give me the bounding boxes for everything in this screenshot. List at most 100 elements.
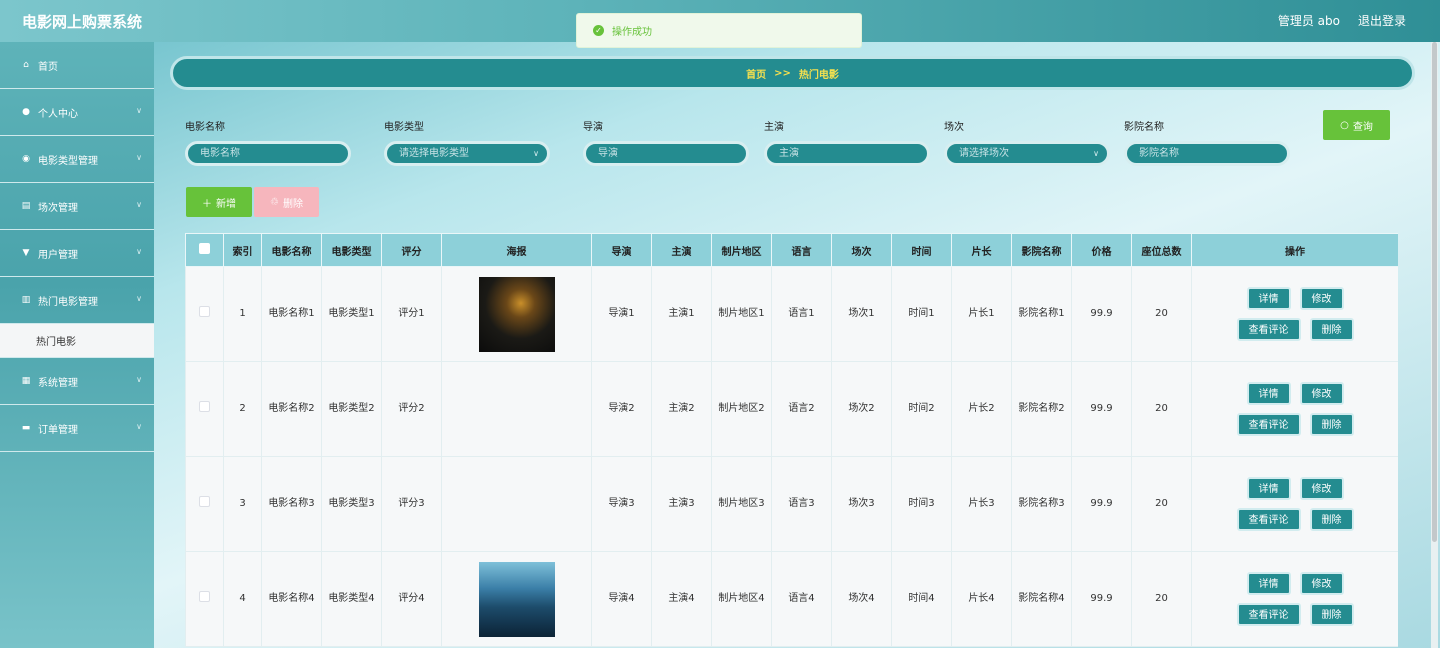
- table-cell: 20: [1131, 551, 1192, 647]
- chevron-down-icon: ∨: [136, 375, 142, 384]
- edit-button[interactable]: 修改: [1299, 287, 1344, 310]
- poster-cell: [441, 456, 592, 552]
- table-cell: 导演2: [591, 361, 652, 457]
- row-checkbox[interactable]: [199, 590, 210, 602]
- table-cell: [185, 456, 224, 552]
- table-cell: 电影类型3: [321, 456, 382, 552]
- edit-button[interactable]: 修改: [1299, 477, 1344, 500]
- search-input[interactable]: 电影名称: [185, 141, 351, 166]
- table-cell: 时间2: [891, 361, 952, 457]
- table-cell: 影院名称3: [1011, 456, 1072, 552]
- sidebar-item[interactable]: ⌂ 首页: [0, 42, 154, 89]
- query-button[interactable]: ○ 查询: [1323, 110, 1390, 140]
- table-cell: 评分3: [381, 456, 442, 552]
- chevron-down-icon: ∨: [533, 149, 539, 158]
- detail-button[interactable]: 详情: [1246, 287, 1291, 310]
- actions-cell: 详情 修改查看评论 删除: [1191, 266, 1398, 362]
- search-input[interactable]: 影院名称: [1124, 141, 1290, 166]
- search-select[interactable]: 请选择电影类型 ∨: [384, 141, 550, 166]
- table-row: 2 电影名称2 电影类型2 评分2 导演2 主演2 制片地区2 语言2 场次2 时间2 片长2 影院名…: [185, 361, 1398, 457]
- detail-button[interactable]: 详情: [1246, 477, 1291, 500]
- search-placeholder: 主演: [779, 148, 799, 159]
- table-cell: 场次3: [831, 456, 892, 552]
- table-cell: 时间4: [891, 551, 952, 647]
- table-cell: 影院名称4: [1011, 551, 1072, 647]
- logout-link[interactable]: 退出登录: [1358, 12, 1406, 29]
- sidebar-item-label: 电影类型管理: [38, 155, 98, 167]
- sidebar-item[interactable]: ▥ 热门电影管理 ∨: [0, 277, 154, 324]
- view-comments-button[interactable]: 查看评论: [1236, 508, 1301, 531]
- sidebar-subitem-hot-movies[interactable]: 热门电影: [0, 324, 154, 358]
- sidebar-item[interactable]: ▦ 系统管理 ∨: [0, 358, 154, 405]
- header-cell: 主演: [651, 233, 712, 267]
- order-icon: ▬: [21, 423, 31, 433]
- sidebar-item[interactable]: ▼ 用户管理 ∨: [0, 230, 154, 277]
- table-cell: 时间1: [891, 266, 952, 362]
- search-field: 主演 主演: [764, 118, 930, 166]
- view-comments-button[interactable]: 查看评论: [1236, 318, 1301, 341]
- sidebar-item[interactable]: ▤ 场次管理 ∨: [0, 183, 154, 230]
- search-field: 场次请选择场次 ∨: [944, 118, 1110, 166]
- detail-button[interactable]: 详情: [1246, 572, 1291, 595]
- table-row: 4 电影名称4 电影类型4 评分4 导演4 主演4 制片地区4 语言4 场次4 时间4 片长4 影院名…: [185, 551, 1398, 647]
- edit-button[interactable]: 修改: [1299, 382, 1344, 405]
- delete-button[interactable]: 删除: [1309, 413, 1354, 436]
- bulk-delete-label: 删除: [282, 198, 303, 210]
- sidebar-item[interactable]: ● 个人中心 ∨: [0, 89, 154, 136]
- select-all-checkbox[interactable]: [199, 243, 210, 254]
- sidebar-item[interactable]: ▬ 订单管理 ∨: [0, 405, 154, 452]
- plus-icon: ＋: [202, 198, 212, 210]
- header-cell: 场次: [831, 233, 892, 267]
- view-comments-button[interactable]: 查看评论: [1236, 413, 1301, 436]
- detail-button[interactable]: 详情: [1246, 382, 1291, 405]
- bulk-delete-button[interactable]: ♲ 删除: [254, 187, 319, 217]
- poster-cell: [441, 361, 592, 457]
- breadcrumb-home[interactable]: 首页: [746, 66, 766, 81]
- toast-message: 操作成功: [612, 27, 652, 38]
- actions-cell: 详情 修改查看评论 删除: [1191, 456, 1398, 552]
- table-cell: 评分4: [381, 551, 442, 647]
- row-checkbox[interactable]: [199, 495, 210, 507]
- row-checkbox[interactable]: [199, 305, 210, 317]
- delete-button[interactable]: 删除: [1309, 603, 1354, 626]
- row-checkbox[interactable]: [199, 400, 210, 412]
- header-cell: 海报: [441, 233, 592, 267]
- table-cell: 主演1: [651, 266, 712, 362]
- search-field: 影院名称 影院名称: [1124, 118, 1290, 166]
- table-cell: 影院名称1: [1011, 266, 1072, 362]
- grid-icon: ▦: [21, 376, 31, 386]
- page-scrollbar[interactable]: [1431, 42, 1438, 648]
- header-cell: 制片地区: [711, 233, 772, 267]
- delete-button[interactable]: 删除: [1309, 318, 1354, 341]
- table-cell: 时间3: [891, 456, 952, 552]
- table-cell: 制片地区2: [711, 361, 772, 457]
- sidebar-item-label: 热门电影管理: [38, 296, 98, 308]
- delete-button[interactable]: 删除: [1309, 508, 1354, 531]
- user-manage-icon: ▼: [22, 248, 30, 258]
- table-cell: 制片地区1: [711, 266, 772, 362]
- table-cell: 评分1: [381, 266, 442, 362]
- table-cell: 4: [223, 551, 262, 647]
- add-button[interactable]: ＋ 新增: [186, 187, 252, 217]
- search-placeholder: 请选择场次: [959, 148, 1009, 159]
- current-user: 管理员 abo: [1277, 14, 1340, 28]
- search-input[interactable]: 主演: [764, 141, 930, 166]
- search-field-label: 导演: [583, 122, 603, 133]
- table-cell: 电影名称2: [261, 361, 322, 457]
- table-cell: 主演4: [651, 551, 712, 647]
- breadcrumb: 首页 >> 热门电影: [170, 56, 1415, 90]
- edit-button[interactable]: 修改: [1299, 572, 1344, 595]
- header-cell: 价格: [1071, 233, 1132, 267]
- query-button-label: 查询: [1352, 121, 1373, 133]
- search-select[interactable]: 请选择场次 ∨: [944, 141, 1110, 166]
- search-input[interactable]: 导演: [583, 141, 749, 166]
- search-field-label: 电影名称: [185, 122, 225, 133]
- search-field-label: 场次: [944, 122, 964, 133]
- sidebar-item[interactable]: ◉ 电影类型管理 ∨: [0, 136, 154, 183]
- view-comments-button[interactable]: 查看评论: [1236, 603, 1301, 626]
- table-cell: 场次1: [831, 266, 892, 362]
- table-cell: 片长4: [951, 551, 1012, 647]
- search-placeholder: 请选择电影类型: [399, 148, 469, 159]
- search-field-label: 主演: [764, 122, 784, 133]
- scrollbar-thumb[interactable]: [1432, 42, 1437, 542]
